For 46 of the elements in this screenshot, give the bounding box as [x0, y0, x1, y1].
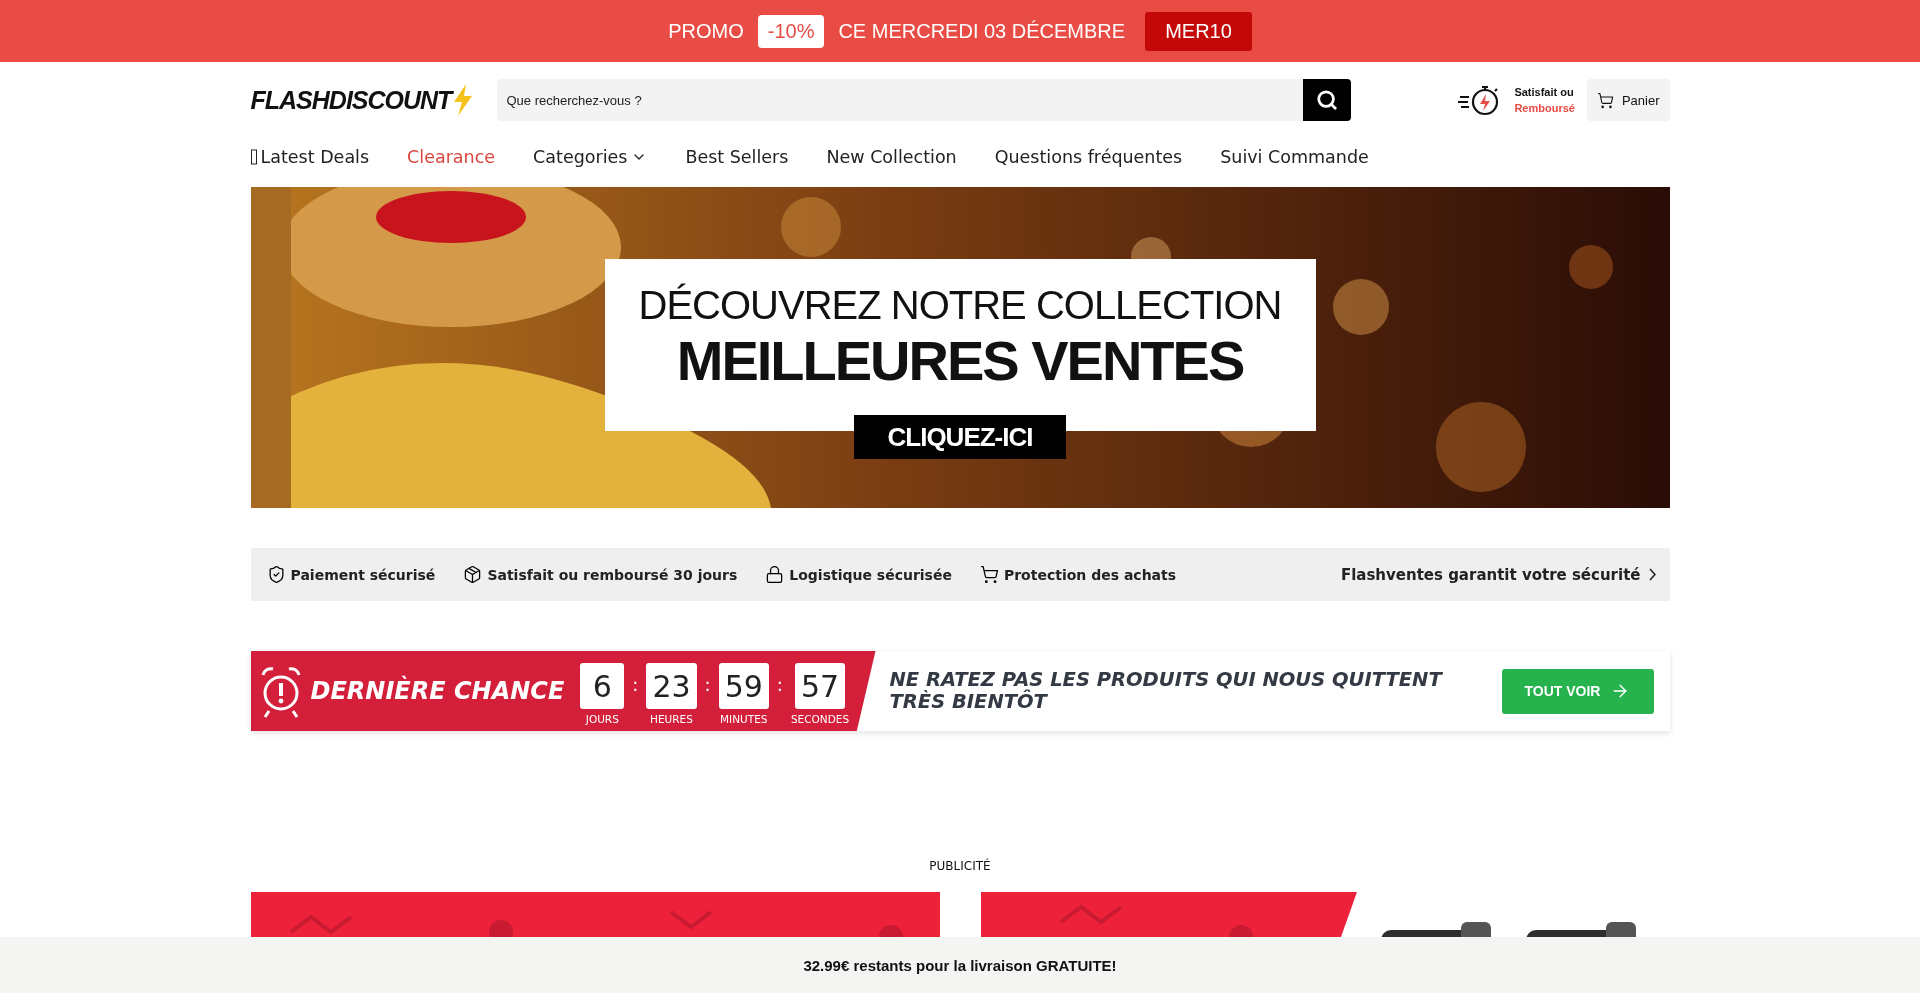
trust-label: Satisfait ou remboursé 30 jours	[487, 566, 738, 583]
promo-code: MER10	[1145, 11, 1252, 51]
countdown-value: 57	[794, 663, 846, 709]
nav-link[interactable]: Categories	[533, 147, 648, 167]
colon-separator: :	[704, 673, 711, 695]
trust-label: Protection des achats	[1003, 566, 1177, 583]
countdown-value: 59	[718, 663, 769, 709]
promo-text: CE MERCREDI 03 DÉCEMBRE	[838, 19, 1126, 43]
ad-label: PUBLICITÉ	[928, 859, 992, 875]
nav-link[interactable]: New Collection	[826, 147, 957, 167]
search-icon	[1315, 89, 1338, 111]
promo-label: PROMO	[668, 19, 744, 43]
countdown-unit: HEURES	[650, 713, 693, 725]
nav-link[interactable]: Latest Deals	[250, 147, 370, 167]
countdown-title: DERNIÈRE CHANCE	[310, 677, 565, 705]
trust-label: Paiement sécurisé	[290, 566, 436, 583]
chevron-right-icon	[1648, 568, 1656, 581]
search-button[interactable]	[1302, 79, 1351, 121]
nav-link[interactable]: Best Sellers	[685, 147, 789, 167]
security-link[interactable]: Flashventes garantit votre sécurité	[1340, 565, 1656, 584]
logo[interactable]: FLASHDISCOUNT	[250, 85, 452, 115]
cart-button[interactable]: Panier	[1586, 79, 1670, 121]
discount-badge: -10%	[757, 14, 825, 48]
nav-link[interactable]: Questions fréquentes	[994, 147, 1183, 167]
colon-separator: :	[632, 673, 639, 695]
package-icon	[463, 565, 483, 584]
shipping-bar: 32.99€ restants pour la livraison GRATUITE!	[0, 937, 1920, 993]
countdown-value: 6	[580, 663, 625, 709]
countdown-value: 23	[646, 663, 697, 709]
trust-label: Logistique sécurisée	[789, 566, 952, 583]
countdown-unit: SECONDES	[790, 713, 850, 725]
lock-icon	[765, 565, 785, 584]
nav-link[interactable]: Clearance	[407, 147, 496, 167]
banner-heading: DÉCOUVREZ NOTRE COLLECTION	[638, 282, 1282, 329]
colon-separator: :	[776, 673, 783, 695]
missing-glyph-icon	[250, 149, 257, 165]
countdown-unit: MINUTES	[720, 713, 768, 725]
countdown-message: NE RATEZ PAS LES PRODUITS QUI NOUS QUITTENT TRÈS BIENTÔT	[889, 669, 1444, 713]
search-field[interactable]: Que recherchez-vous ?	[496, 79, 1303, 121]
banner-button[interactable]: CLIQUEZ-ICI	[854, 415, 1066, 459]
nav-link[interactable]: Suivi Commande	[1220, 147, 1369, 167]
cart-icon	[1596, 91, 1614, 109]
guarantee-text: Satisfait ou Remboursé	[1514, 85, 1575, 116]
cart-icon	[979, 565, 999, 584]
banner-title: MEILLEURES VENTES	[676, 329, 1244, 393]
countdown-unit: JOURS	[585, 713, 619, 725]
